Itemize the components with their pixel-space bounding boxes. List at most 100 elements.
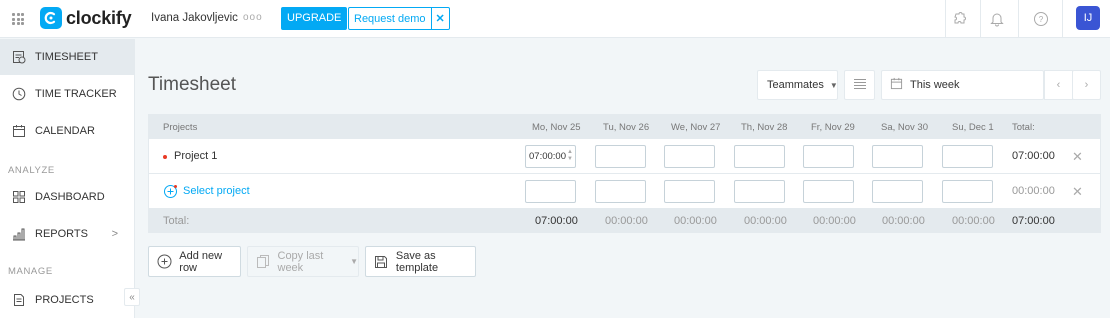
caret-down-icon: ▼	[829, 80, 838, 90]
section-manage: MANAGE	[8, 266, 53, 277]
time-cell[interactable]	[734, 145, 785, 168]
header-day: We, Nov 27	[671, 122, 721, 133]
sidebar: TIMESHEET TIME TRACKER CALENDAR ANALYZE …	[0, 39, 135, 318]
add-new-row-button[interactable]: Add new row	[148, 246, 241, 277]
add-new-row-label: Add new row	[179, 249, 223, 274]
upgrade-button[interactable]: UPGRADE	[281, 7, 348, 30]
sidebar-item-dashboard[interactable]: DASHBOARD	[0, 179, 134, 215]
sidebar-item-projects[interactable]: PROJECTS	[0, 282, 134, 318]
sidebar-item-time-tracker[interactable]: TIME TRACKER	[0, 76, 134, 112]
time-cell[interactable]	[664, 145, 715, 168]
header-day: Su, Dec 1	[952, 122, 994, 133]
divider	[945, 0, 946, 38]
plus-circle-icon	[157, 254, 172, 270]
top-bar: clockify Ivana Jakovljevic ooo UPGRADE R…	[0, 0, 1110, 38]
week-label: This week	[910, 79, 960, 91]
workspace-name[interactable]: Ivana Jakovljevic	[151, 12, 238, 24]
bell-icon[interactable]	[986, 8, 1008, 30]
caret-down-icon: ▼	[350, 257, 358, 266]
sidebar-item-reports[interactable]: REPORTS >	[0, 216, 134, 252]
header-total: Total:	[1012, 122, 1035, 133]
footer-label: Total:	[163, 215, 190, 227]
calendar-icon	[890, 77, 903, 93]
projects-icon	[12, 293, 26, 307]
timesheet-icon	[12, 50, 26, 64]
time-cell[interactable]	[595, 180, 646, 203]
avatar[interactable]: IJ	[1076, 6, 1100, 30]
collapse-sidebar-button[interactable]: «	[124, 288, 140, 306]
delete-row-icon[interactable]: ✕	[1072, 149, 1083, 165]
request-demo-button[interactable]: Request demo ✕	[348, 7, 450, 30]
project-name[interactable]: Project 1	[174, 150, 217, 162]
sidebar-item-label: REPORTS	[35, 228, 88, 240]
footer-day-total: 00:00:00	[882, 215, 925, 227]
footer-day-total: 00:00:00	[813, 215, 856, 227]
clock-icon	[12, 87, 26, 101]
time-cell[interactable]	[525, 180, 576, 203]
header-day: Th, Nov 28	[741, 122, 788, 133]
header-day: Fr, Nov 29	[811, 122, 855, 133]
workspace-menu-dots[interactable]: ooo	[243, 12, 263, 23]
sidebar-item-calendar[interactable]: CALENDAR	[0, 113, 134, 149]
copy-last-week-button[interactable]: Copy last week ▼	[247, 246, 359, 277]
reports-icon	[12, 227, 26, 241]
clockify-logo[interactable]: clockify	[40, 7, 132, 29]
row-total: 07:00:00	[1012, 150, 1055, 162]
sidebar-item-timesheet[interactable]: TIMESHEET	[0, 39, 134, 75]
row-total: 00:00:00	[1012, 185, 1055, 197]
header-projects: Projects	[163, 122, 198, 133]
next-week-button[interactable]: ›	[1072, 70, 1101, 100]
time-cell[interactable]	[664, 180, 715, 203]
save-as-template-button[interactable]: Save as template	[365, 246, 476, 277]
help-icon[interactable]: ?	[1030, 8, 1052, 30]
select-project-link[interactable]: Select project	[183, 185, 250, 197]
table-footer: Total: 07:00:00 00:00:00 00:00:00 00:00:…	[149, 208, 1100, 232]
page-title: Timesheet	[148, 74, 236, 95]
list-view-button[interactable]	[844, 70, 875, 100]
footer-day-total: 07:00:00	[535, 215, 578, 227]
extension-icon[interactable]	[948, 8, 970, 30]
timesheet-table: Projects Mo, Nov 25 Tu, Nov 26 We, Nov 2…	[148, 114, 1101, 233]
time-cell[interactable]	[872, 180, 923, 203]
copy-last-week-label: Copy last week	[277, 249, 324, 274]
dashboard-icon	[12, 190, 26, 204]
section-analyze: ANALYZE	[8, 165, 55, 176]
time-cell[interactable]	[803, 180, 854, 203]
header-day: Tu, Nov 26	[603, 122, 650, 133]
time-cell[interactable]: 07:00:00 ▲ ▼	[525, 145, 576, 168]
close-demo-icon[interactable]: ✕	[430, 8, 449, 29]
divider	[980, 0, 981, 38]
stepper-icon[interactable]: ▲ ▼	[567, 149, 573, 163]
divider	[1018, 0, 1019, 38]
delete-row-icon[interactable]: ✕	[1072, 184, 1083, 200]
teammates-label: Teammates	[767, 79, 824, 91]
footer-day-total: 00:00:00	[674, 215, 717, 227]
calendar-icon	[12, 124, 26, 138]
week-picker[interactable]: This week	[881, 70, 1044, 100]
footer-day-total: 00:00:00	[952, 215, 995, 227]
teammates-dropdown[interactable]: Teammates ▼	[757, 70, 838, 100]
header-day: Sa, Nov 30	[881, 122, 928, 133]
table-row: Project 1 07:00:00 ▲ ▼ 07:00:00 ✕	[149, 139, 1100, 174]
table-header: Projects Mo, Nov 25 Tu, Nov 26 We, Nov 2…	[149, 115, 1100, 139]
apps-icon[interactable]	[12, 13, 24, 25]
time-cell[interactable]	[734, 180, 785, 203]
time-cell[interactable]	[595, 145, 646, 168]
time-cell[interactable]	[942, 145, 993, 168]
sidebar-item-label: TIME TRACKER	[35, 88, 117, 100]
grand-total: 07:00:00	[1012, 215, 1055, 227]
add-project-icon[interactable]	[163, 184, 177, 198]
sidebar-item-label: DASHBOARD	[35, 191, 105, 203]
footer-day-total: 00:00:00	[605, 215, 648, 227]
previous-week-button[interactable]: ‹	[1044, 70, 1073, 100]
svg-text:?: ?	[1039, 15, 1044, 24]
header-day: Mo, Nov 25	[532, 122, 581, 133]
time-cell[interactable]	[942, 180, 993, 203]
table-row: Select project 00:00:00 ✕	[149, 174, 1100, 209]
time-cell-value: 07:00:00	[529, 151, 566, 162]
chevron-right-icon: >	[111, 228, 118, 240]
time-cell[interactable]	[872, 145, 923, 168]
time-cell[interactable]	[803, 145, 854, 168]
save-icon	[374, 254, 389, 270]
sidebar-item-label: TIMESHEET	[35, 51, 98, 63]
